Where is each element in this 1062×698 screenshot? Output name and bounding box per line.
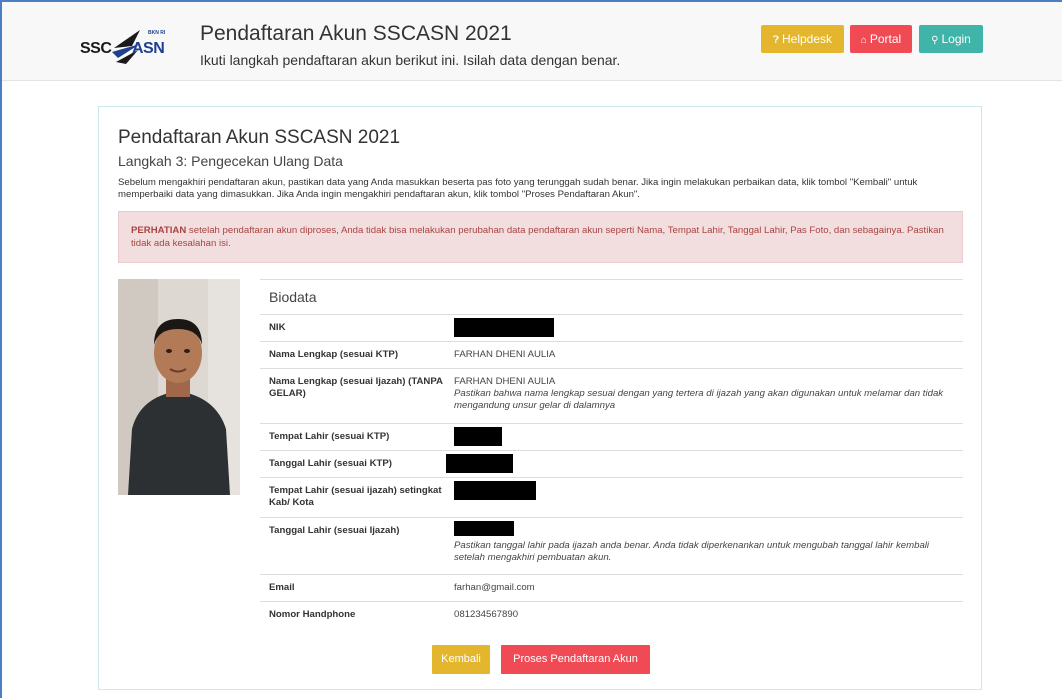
header-subtitle: Ikuti langkah pendaftaran akun berikut i… [200,52,621,68]
email-value: farhan@gmail.com [454,582,535,593]
redacted-block [454,481,536,500]
helpdesk-button[interactable]: ❓︎ Helpdesk [761,25,844,53]
logo-ssc-text: SSC [80,40,112,57]
logo-asn-text: ASN [132,40,165,57]
sscasn-logo[interactable]: SSC BKN RI ASN [80,22,176,68]
alert-strong: PERHATIAN [131,225,187,236]
home-icon: ⌂ [860,35,867,46]
panel-title: Pendaftaran Akun SSCASN 2021 [118,127,401,148]
logo-tag-text: BKN RI [148,30,166,36]
pas-foto-photo [118,279,240,495]
table-row: Tanggal Lahir (sesuai KTP) [260,451,963,478]
tanggal-ktp-label: Tanggal Lahir (sesuai KTP) [269,458,392,469]
intro-text: Sebelum mengakhiri pendaftaran akun, pas… [118,177,918,200]
window-border-left [0,0,2,698]
biodata-heading: Biodata [260,279,963,315]
page-header: SSC BKN RI ASN Pendaftaran Akun SSCASN 2… [2,2,1062,81]
redacted-block [454,318,554,337]
redacted-block [454,521,514,536]
question-circle-icon: ❓︎ [772,35,779,46]
table-row: Tempat Lahir (sesuai KTP) [260,424,963,451]
key-icon: ⚲ [931,35,939,46]
tempat-ijazah-value [454,481,954,504]
proses-pendaftaran-button[interactable]: Proses Pendaftaran Akun [501,645,650,674]
tempat-ktp-label: Tempat Lahir (sesuai KTP) [269,431,390,442]
nama-ktp-value: FARHAN DHENI AULIA [454,349,556,360]
nik-label: NIK [269,322,286,333]
table-row: Nama Lengkap (sesuai Ijazah) (TANPA GELA… [260,369,963,424]
portal-button[interactable]: ⌂ Portal [850,25,912,53]
tanggal-ktp-value [446,454,946,477]
registration-panel: Pendaftaran Akun SSCASN 2021 Langkah 3: … [98,106,982,690]
tempat-ktp-value [454,427,954,450]
login-button[interactable]: ⚲ Login [919,25,983,53]
portal-label: Portal [869,32,902,46]
table-row: Email farhan@gmail.com [260,575,963,602]
kembali-button[interactable]: Kembali [432,645,490,674]
table-row: Tempat Lahir (sesuai ijazah) setingkat K… [260,478,963,518]
tanggal-ijazah-note: Pastikan tanggal lahir pada ijazah anda … [454,540,930,563]
table-row: NIK [260,315,963,342]
person-photo-image [118,279,240,495]
table-row: Tanggal Lahir (sesuai Ijazah) Pastikan t… [260,518,963,575]
login-label: Login [941,32,971,46]
biodata-table: Biodata NIK Nama Lengkap (sesuai KTP) FA… [260,279,963,629]
tempat-ijazah-label: Tempat Lahir (sesuai ijazah) setingkat K… [269,485,442,508]
alert-text: setelah pendaftaran akun diproses, Anda … [131,225,944,249]
warning-alert: PERHATIAN setelah pendaftaran akun dipro… [118,211,963,263]
step-title: Langkah 3: Pengecekan Ulang Data [118,153,343,169]
hp-label: Nomor Handphone [269,609,356,620]
email-label: Email [269,582,295,593]
table-row: Nama Lengkap (sesuai KTP) FARHAN DHENI A… [260,342,963,369]
redacted-block [446,454,513,473]
helpdesk-label: Helpdesk [781,32,833,46]
nama-ijazah-value: FARHAN DHENI AULIA [454,376,556,387]
table-row: Nomor Handphone 081234567890 [260,602,963,629]
nama-ijazah-note: Pastikan bahwa nama lengkap sesuai denga… [454,388,944,411]
nama-ktp-label: Nama Lengkap (sesuai KTP) [269,349,399,360]
nik-value [454,318,954,341]
tanggal-ijazah-label: Tanggal Lahir (sesuai Ijazah) [269,525,400,536]
hp-value: 081234567890 [454,609,519,620]
redacted-block [454,427,502,446]
nama-ijazah-cell: FARHAN DHENI AULIA Pastikan bahwa nama l… [454,376,954,412]
tanggal-ijazah-cell: Pastikan tanggal lahir pada ijazah anda … [454,521,954,564]
nama-ijazah-label: Nama Lengkap (sesuai Ijazah) (TANPA GELA… [269,376,443,399]
header-title: Pendaftaran Akun SSCASN 2021 [200,22,512,45]
